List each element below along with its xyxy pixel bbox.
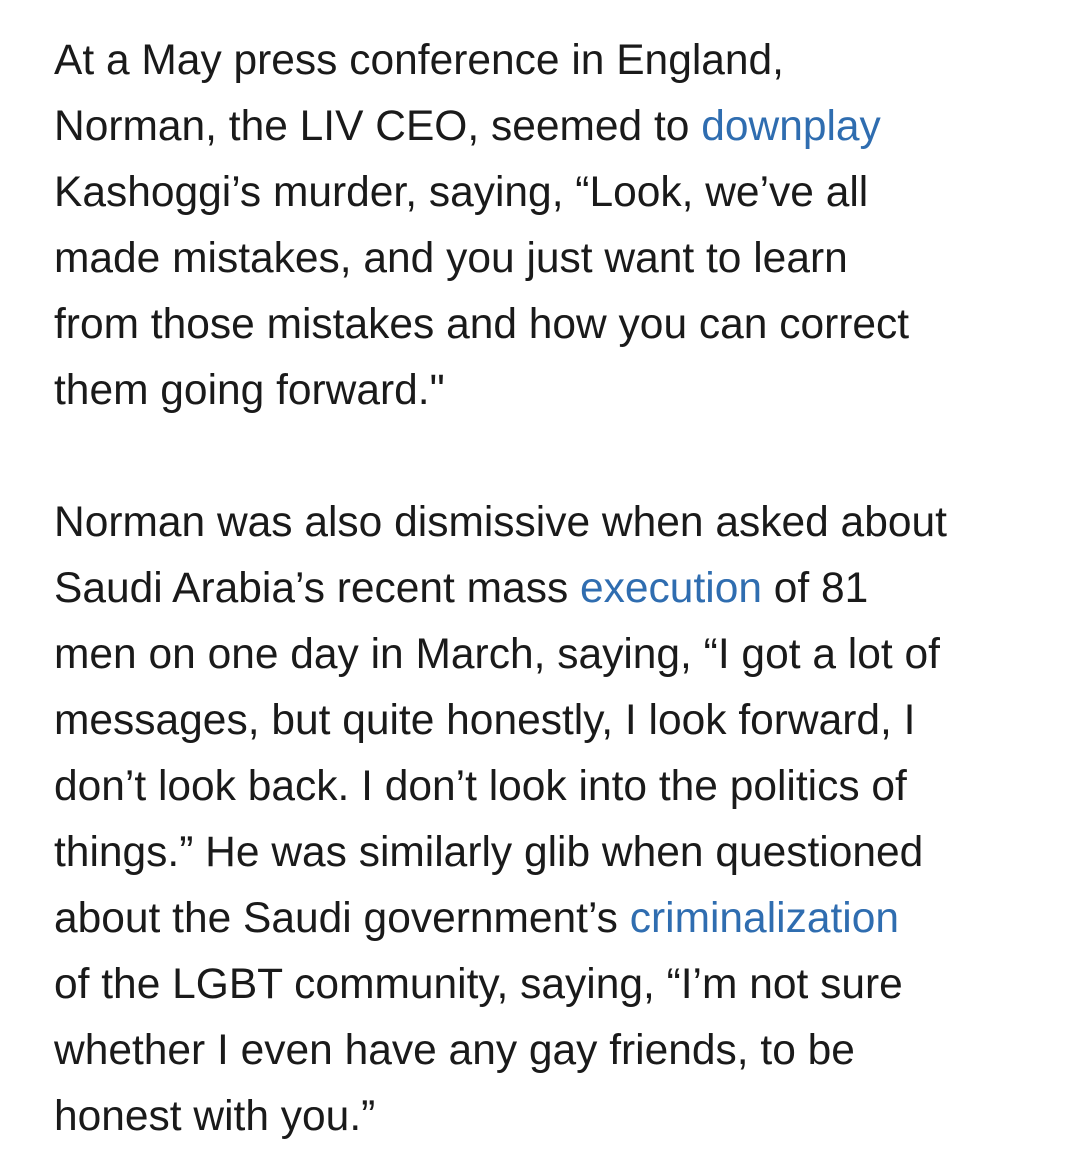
- text-segment: don’t look back. I don’t look into the p…: [54, 763, 907, 810]
- text-segment: men on one day in March, saying, “I got …: [54, 631, 940, 678]
- text-segment: about the Saudi government’s: [54, 895, 630, 942]
- text-segment: Norman, the LIV CEO, seemed to: [54, 103, 702, 150]
- text-line: honest with you.”: [54, 1084, 1054, 1150]
- text-line: them going forward.": [54, 358, 1054, 424]
- text-segment: Kashoggi’s murder, saying, “Look, we’ve …: [54, 169, 869, 216]
- text-line: whether I even have any gay friends, to …: [54, 1018, 1054, 1084]
- paragraph-norman-press-conference: At a May press conference in England, No…: [54, 28, 1054, 424]
- text-line: from those mistakes and how you can corr…: [54, 292, 1054, 358]
- text-segment: of the LGBT community, saying, “I’m not …: [54, 961, 903, 1008]
- text-line: Norman, the LIV CEO, seemed to downplay: [54, 94, 1054, 160]
- text-segment: made mistakes, and you just want to lear…: [54, 235, 848, 282]
- text-segment: whether I even have any gay friends, to …: [54, 1027, 855, 1074]
- text-line: messages, but quite honestly, I look for…: [54, 688, 1054, 754]
- text-line: Saudi Arabia’s recent mass execution of …: [54, 556, 1054, 622]
- text-line: about the Saudi government’s criminaliza…: [54, 886, 1054, 952]
- execution-link[interactable]: execution: [580, 565, 762, 612]
- downplay-link[interactable]: downplay: [701, 103, 881, 150]
- paragraph-norman-dismissive: Norman was also dismissive when asked ab…: [54, 490, 1054, 1150]
- text-segment: messages, but quite honestly, I look for…: [54, 697, 916, 744]
- text-line: made mistakes, and you just want to lear…: [54, 226, 1054, 292]
- text-segment: them going forward.": [54, 367, 445, 414]
- text-line: men on one day in March, saying, “I got …: [54, 622, 1054, 688]
- text-segment: from those mistakes and how you can corr…: [54, 301, 910, 348]
- text-line: of the LGBT community, saying, “I’m not …: [54, 952, 1054, 1018]
- text-segment: At a May press conference in England,: [54, 37, 784, 84]
- text-line: Kashoggi’s murder, saying, “Look, we’ve …: [54, 160, 1054, 226]
- article-body: At a May press conference in England, No…: [54, 28, 1054, 1150]
- text-segment: Saudi Arabia’s recent mass: [54, 565, 581, 612]
- text-segment: things.” He was similarly glib when ques…: [54, 829, 924, 876]
- text-segment: honest with you.”: [54, 1093, 376, 1140]
- text-line: At a May press conference in England,: [54, 28, 1054, 94]
- text-segment: of 81: [761, 565, 869, 612]
- text-line: things.” He was similarly glib when ques…: [54, 820, 1054, 886]
- criminalization-link[interactable]: criminalization: [630, 895, 899, 942]
- text-line: don’t look back. I don’t look into the p…: [54, 754, 1054, 820]
- text-line: Norman was also dismissive when asked ab…: [54, 490, 1054, 556]
- text-segment: Norman was also dismissive when asked ab…: [54, 499, 947, 546]
